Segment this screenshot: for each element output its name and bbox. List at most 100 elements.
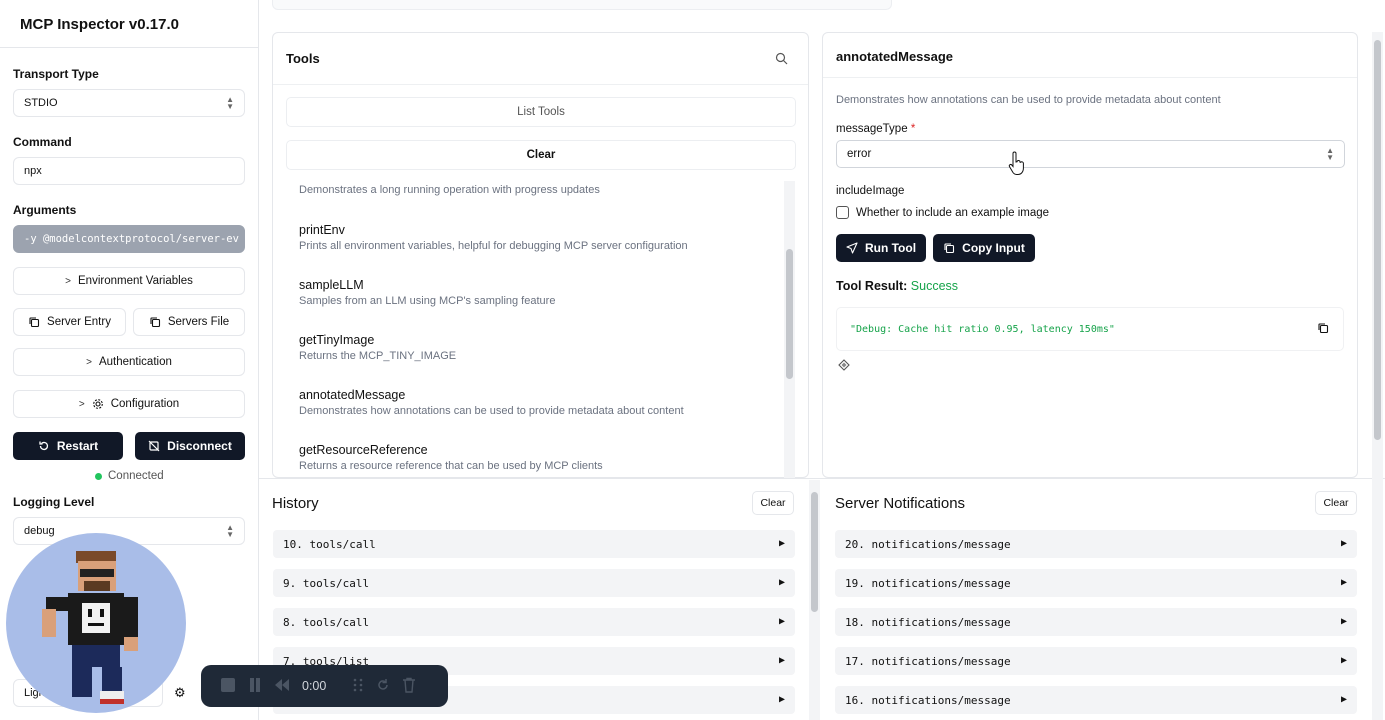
history-row[interactable]: 10. tools/call ▶ xyxy=(273,530,795,558)
arguments-value: -y @modelcontextprotocol/server-ev xyxy=(24,233,239,245)
expand-triangle-icon: ▶ xyxy=(1340,616,1347,627)
include-image-row: Whether to include an example image xyxy=(836,206,1049,219)
pause-icon[interactable] xyxy=(248,677,262,696)
authentication-button[interactable]: > Authentication xyxy=(13,348,245,376)
scrollbar-thumb[interactable] xyxy=(1374,40,1381,440)
tool-name: sampleLLM xyxy=(299,278,364,292)
stop-icon[interactable] xyxy=(220,677,236,696)
tools-list-scrollbar[interactable] xyxy=(784,181,795,478)
copy-input-button[interactable]: Copy Input xyxy=(933,234,1035,262)
search-icon[interactable] xyxy=(775,52,788,68)
divider xyxy=(273,84,808,85)
notification-row[interactable]: 17. notifications/message ▶ xyxy=(835,647,1357,675)
webcam-avatar xyxy=(6,533,186,713)
arguments-label: Arguments xyxy=(13,203,77,217)
notification-row[interactable]: 19. notifications/message ▶ xyxy=(835,569,1357,597)
updown-chevron-icon: ▲ ▼ xyxy=(1326,146,1334,162)
settings-gear-icon[interactable]: ⚙ xyxy=(174,685,186,701)
message-type-label-text: messageType xyxy=(836,123,908,135)
environment-variables-button[interactable]: > Environment Variables xyxy=(13,267,245,295)
list-tools-label: List Tools xyxy=(517,106,565,118)
copy-result-icon[interactable] xyxy=(1317,322,1329,337)
history-title: History xyxy=(272,495,319,512)
tools-title: Tools xyxy=(286,51,320,66)
transport-type-select[interactable]: STDIO ▲ ▼ xyxy=(13,89,245,117)
tool-description: Demonstrates how annotations can be used… xyxy=(299,405,684,417)
history-clear-button[interactable]: Clear xyxy=(752,491,794,515)
rewind-icon[interactable] xyxy=(274,678,290,695)
tools-list: longRunningOperation Demonstrates a long… xyxy=(286,181,782,477)
tool-description: Returns the MCP_TINY_IMAGE xyxy=(299,350,457,362)
include-image-label: includeImage xyxy=(836,185,905,197)
unplug-icon xyxy=(148,440,160,452)
tool-description: Samples from an LLM using MCP's sampling… xyxy=(299,295,556,307)
app-title: MCP Inspector v0.17.0 xyxy=(20,16,179,33)
history-row[interactable]: 8. tools/call ▶ xyxy=(273,608,795,636)
notification-row[interactable]: 20. notifications/message ▶ xyxy=(835,530,1357,558)
history-row-label: 10. tools/call xyxy=(283,537,376,551)
expand-triangle-icon: ▶ xyxy=(1340,538,1347,549)
top-tab-strip xyxy=(272,0,892,10)
required-mark: * xyxy=(910,123,916,135)
run-tool-button[interactable]: Run Tool xyxy=(836,234,926,262)
tool-item-get-resource-reference[interactable]: getResourceReference Returns a resource … xyxy=(299,443,603,472)
command-input[interactable]: npx xyxy=(13,157,245,185)
configuration-label: Configuration xyxy=(110,398,180,410)
history-row-label: 8. tools/call xyxy=(283,615,370,629)
page-scrollbar[interactable] xyxy=(1372,32,1383,720)
tool-item-get-tiny-image[interactable]: getTinyImage Returns the MCP_TINY_IMAGE xyxy=(299,333,456,362)
tool-result-box: "Debug: Cache hit ratio 0.95, latency 15… xyxy=(836,307,1344,351)
scrollbar-thumb[interactable] xyxy=(811,492,818,612)
disconnect-button[interactable]: Disconnect xyxy=(135,432,245,460)
expand-triangle-icon: ▶ xyxy=(778,538,785,549)
copy-icon xyxy=(28,316,40,328)
notifications-clear-label: Clear xyxy=(1323,497,1349,509)
message-type-label: messageType * xyxy=(836,123,915,135)
clear-tools-button[interactable]: Clear xyxy=(286,140,796,170)
history-clear-label: Clear xyxy=(760,497,786,509)
tool-result-text: "Debug: Cache hit ratio 0.95, latency 15… xyxy=(850,324,1115,335)
redo-icon[interactable] xyxy=(376,678,390,695)
tools-panel: Tools List Tools Clear longRunningOperat… xyxy=(272,32,809,478)
notification-row-label: 20. notifications/message xyxy=(845,537,1011,551)
list-tools-button[interactable]: List Tools xyxy=(286,97,796,127)
tool-detail-panel: annotatedMessage Demonstrates how annota… xyxy=(822,32,1358,478)
history-scrollbar[interactable] xyxy=(809,480,820,720)
tool-name: annotatedMessage xyxy=(299,388,406,402)
gear-icon xyxy=(92,398,104,410)
tool-result-label: Tool Result: xyxy=(836,279,908,293)
command-label: Command xyxy=(13,135,72,149)
copy-input-label: Copy Input xyxy=(962,241,1025,255)
message-type-select[interactable]: error ▲ ▼ xyxy=(836,140,1345,168)
clear-tools-label: Clear xyxy=(526,149,556,161)
pixel-character-image xyxy=(42,551,138,704)
expand-triangle-icon: ▶ xyxy=(1340,577,1347,588)
scrollbar-thumb[interactable] xyxy=(786,249,793,379)
notification-row[interactable]: 16. notifications/message ▶ xyxy=(835,686,1357,714)
tool-item-long-running-operation[interactable]: longRunningOperation Demonstrates a long… xyxy=(299,181,600,196)
tool-result-heading: Tool Result: Success xyxy=(836,279,958,293)
restart-button[interactable]: Restart xyxy=(13,432,123,460)
history-row[interactable]: 9. tools/call ▶ xyxy=(273,569,795,597)
transport-type-value: STDIO xyxy=(24,97,58,109)
expand-triangle-icon: ▶ xyxy=(778,655,785,666)
notification-row-label: 18. notifications/message xyxy=(845,615,1011,629)
include-image-checkbox[interactable] xyxy=(836,206,849,219)
env-vars-label: Environment Variables xyxy=(78,275,193,287)
divider xyxy=(0,47,258,48)
tool-item-print-env[interactable]: printEnv Prints all environment variable… xyxy=(299,223,688,252)
restart-icon xyxy=(38,440,50,452)
arguments-input[interactable]: -y @modelcontextprotocol/server-ev xyxy=(13,225,245,253)
servers-file-label: Servers File xyxy=(167,316,230,328)
message-type-value: error xyxy=(847,148,872,160)
notification-row[interactable]: 18. notifications/message ▶ xyxy=(835,608,1357,636)
tool-item-sample-llm[interactable]: sampleLLM Samples from an LLM using MCP'… xyxy=(299,278,555,307)
trash-icon[interactable] xyxy=(402,677,416,696)
grid-icon[interactable] xyxy=(352,678,364,695)
restart-label: Restart xyxy=(56,439,99,453)
servers-file-button[interactable]: Servers File xyxy=(133,308,245,336)
notifications-clear-button[interactable]: Clear xyxy=(1315,491,1357,515)
configuration-button[interactable]: > Configuration xyxy=(13,390,245,418)
tool-item-annotated-message[interactable]: annotatedMessage Demonstrates how annota… xyxy=(299,388,684,417)
server-entry-button[interactable]: Server Entry xyxy=(13,308,126,336)
